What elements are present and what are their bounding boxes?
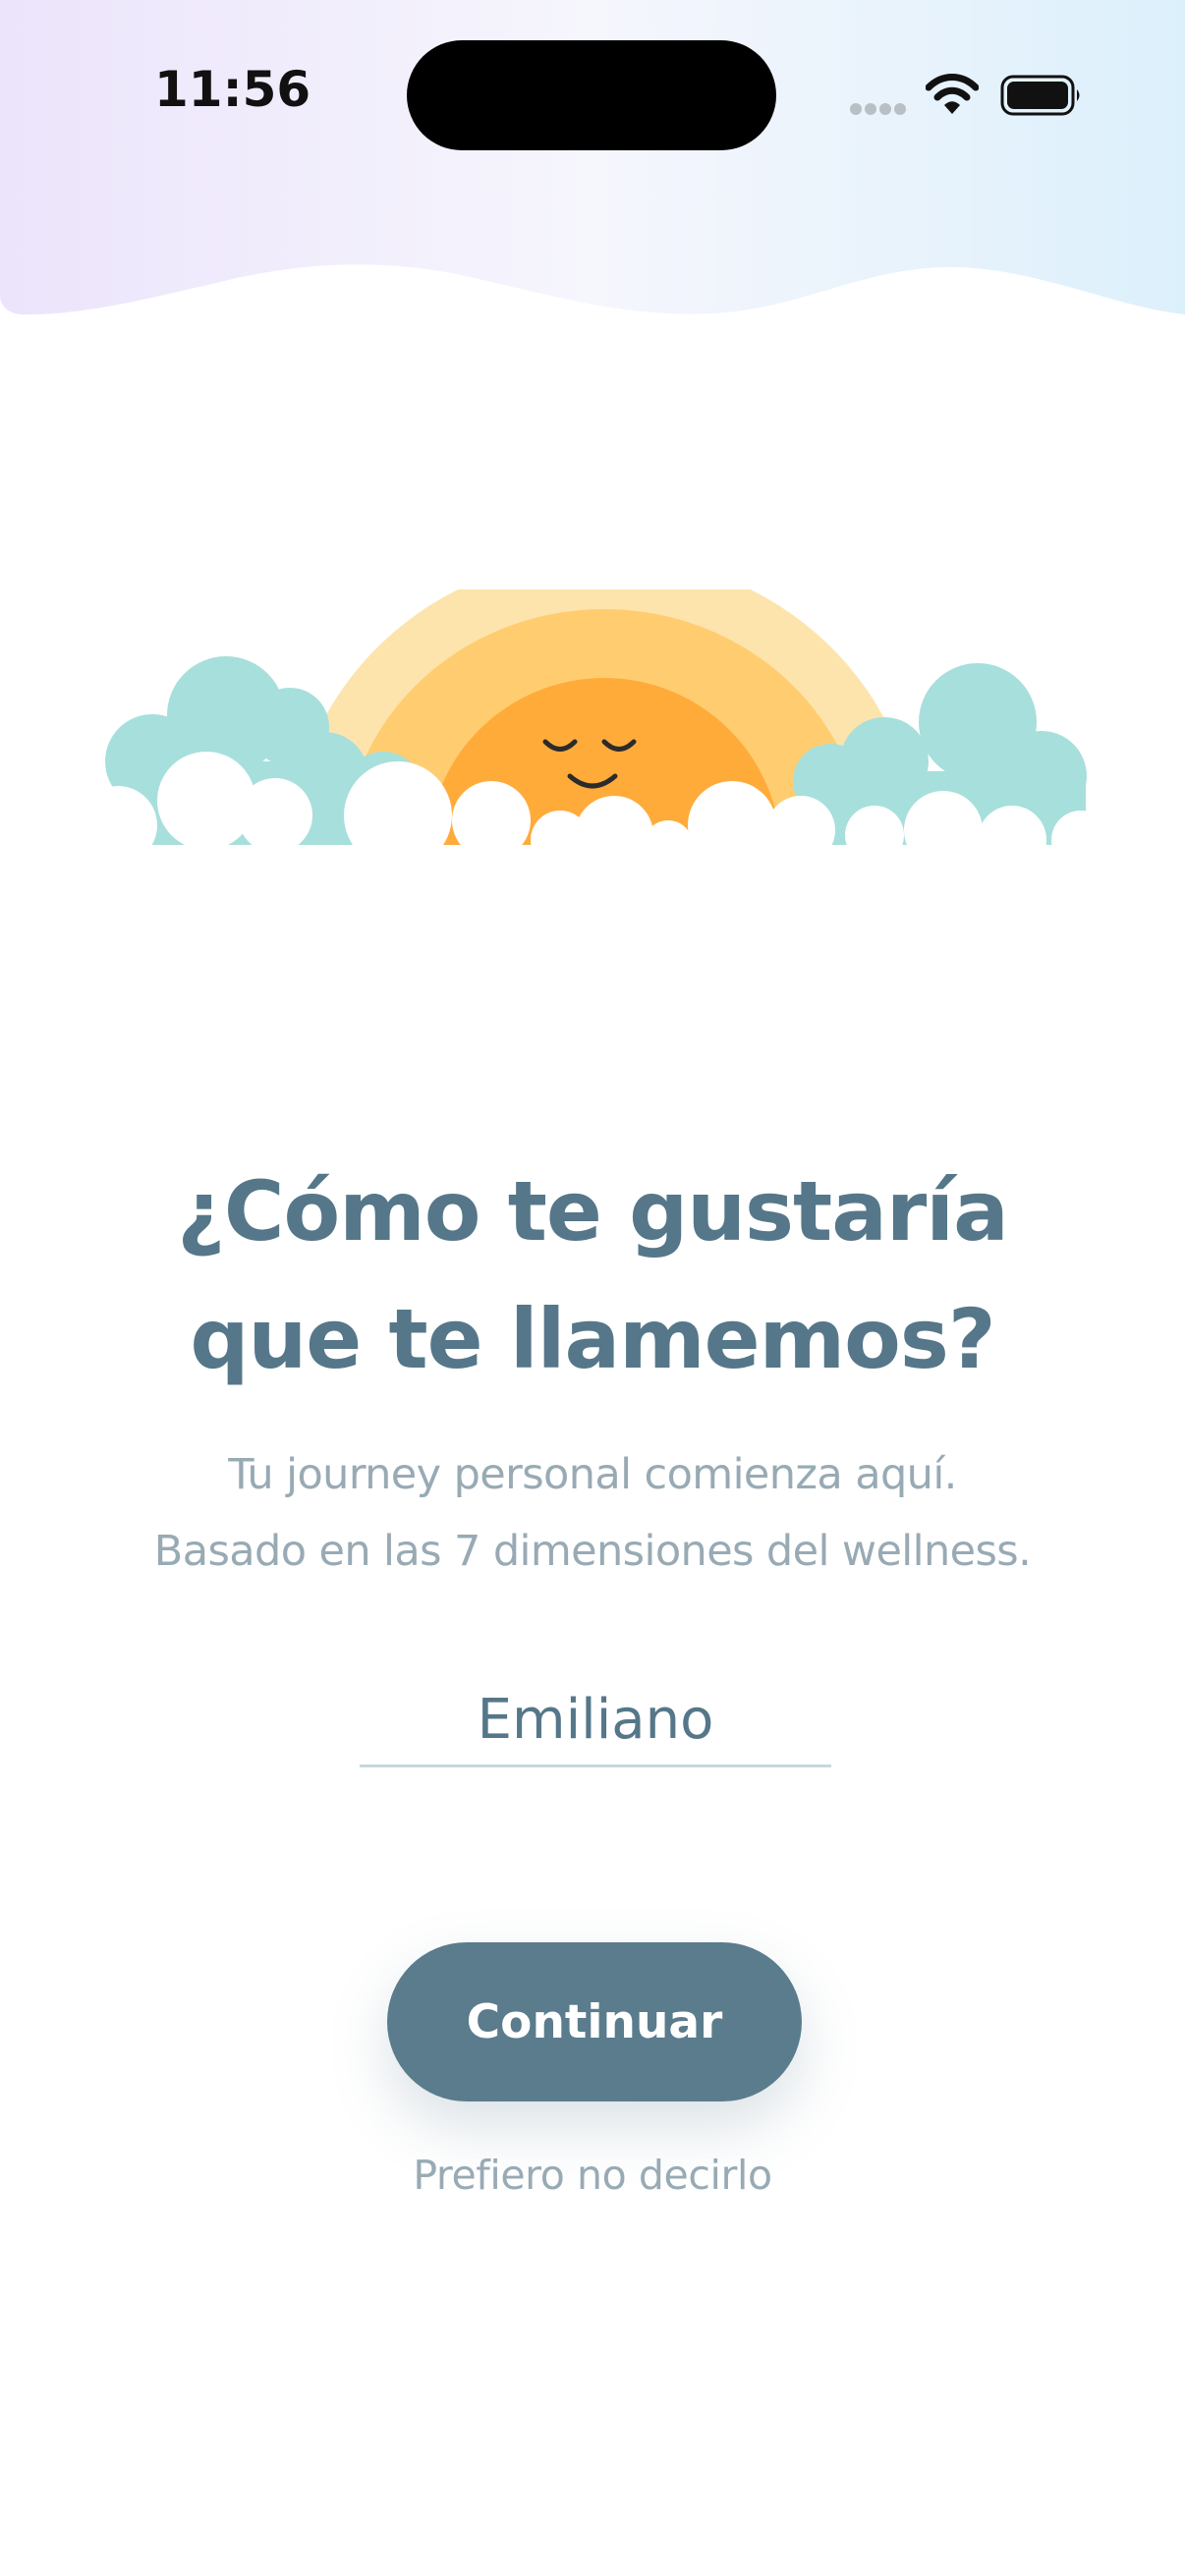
subtitle-line-2: Basado en las 7 dimensiones del wellness… [153,1527,1032,1576]
name-input[interactable] [360,1674,831,1767]
subtitle: Tu journey personal comienza aquí. Basad… [59,1436,1126,1590]
subtitle-line-1: Tu journey personal comienza aquí. [228,1450,957,1499]
continue-button[interactable]: Continuar [387,1942,802,2101]
sleeping-sun-illustration [98,589,1100,884]
signal-icon [850,103,906,115]
wifi-icon [926,74,979,114]
title-line-2: que te llamemos? [190,1291,995,1387]
status-time: 11:56 [154,61,311,118]
title-line-1: ¿Cómo te gustaría [177,1163,1009,1260]
battery-icon [1000,75,1080,116]
page-title: ¿Cómo te gustaría que te llamemos? [59,1148,1126,1403]
dynamic-island [407,40,776,150]
onboarding-name-screen: 11:56 ¿Cómo te gustaría que te llamemos?… [0,0,1185,2576]
skip-link[interactable]: Prefiero no decirlo [298,2152,887,2199]
